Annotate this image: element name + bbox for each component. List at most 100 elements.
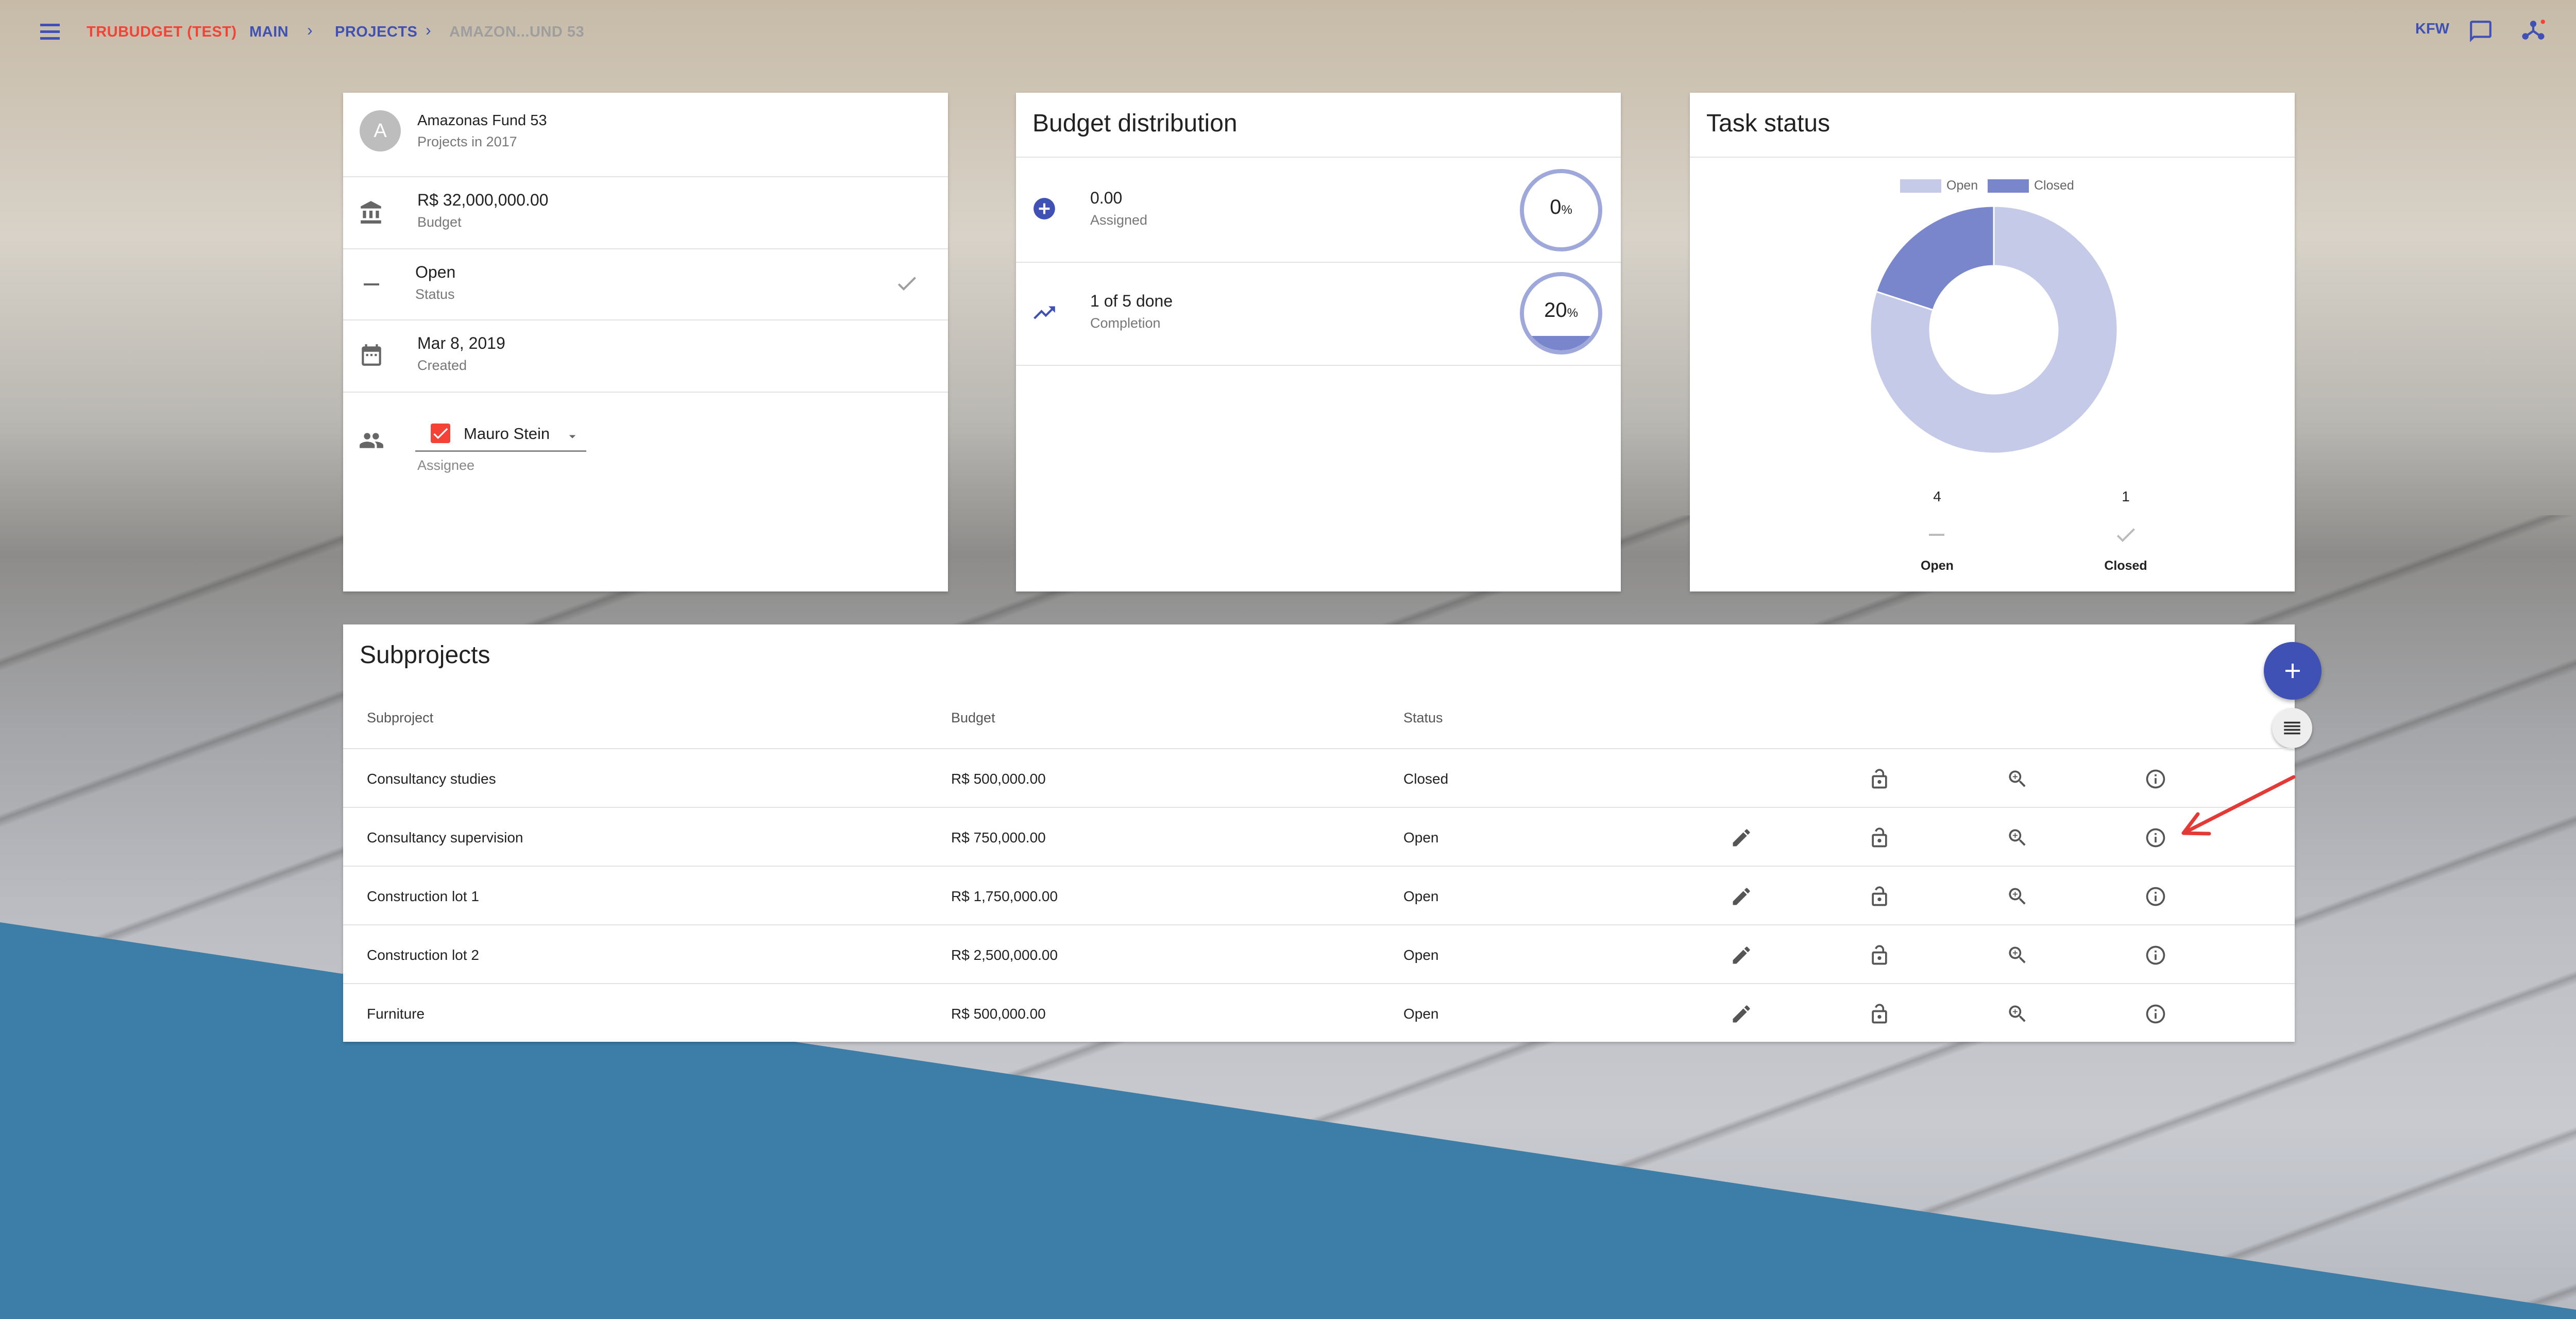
- assignee-name: Mauro Stein: [464, 425, 550, 443]
- power-icon[interactable]: [2574, 19, 2576, 44]
- divider: [1690, 157, 2295, 158]
- annotation-arrow: [2181, 775, 2296, 836]
- subproject-budget-cell: R$ 750,000.00: [951, 830, 1046, 845]
- assigned-percent-label: 0%: [1519, 196, 1603, 219]
- percent-sign: %: [1561, 203, 1572, 217]
- subproject-name-cell: Consultancy supervision: [367, 830, 523, 845]
- subproject-name-cell: Construction lot 2: [367, 947, 479, 963]
- task-status-donut-chart: [1869, 205, 2119, 454]
- zoom-in-icon[interactable]: [2006, 826, 2029, 849]
- zoom-in-icon[interactable]: [2006, 768, 2029, 790]
- people-icon: [360, 433, 383, 448]
- completion-value: 1 of 5 done: [1090, 292, 1173, 310]
- add-circle-icon: [1033, 198, 1055, 219]
- divider: [1016, 157, 1621, 158]
- subproject-budget-cell: R$ 2,500,000.00: [951, 947, 1058, 963]
- chevron-right-icon: ›: [426, 21, 431, 39]
- assigned-label: Assigned: [1090, 212, 1148, 228]
- avatar: A: [360, 110, 401, 151]
- closed-check-icon: [2116, 528, 2135, 542]
- trending-up-icon: [1033, 306, 1055, 319]
- zoom-in-icon[interactable]: [2006, 1003, 2029, 1025]
- brand-link[interactable]: TRUBUDGET (TEST): [87, 24, 237, 41]
- subproject-name-cell: Construction lot 1: [367, 888, 479, 904]
- edit-icon[interactable]: [1730, 1003, 1753, 1025]
- project-name: Amazonas Fund 53: [417, 112, 547, 129]
- table-row[interactable]: Consultancy supervision R$ 750,000.00 Open: [343, 807, 2295, 867]
- add-subproject-button[interactable]: [2264, 642, 2321, 700]
- budget-distribution-title: Budget distribution: [1032, 110, 1238, 137]
- plus-icon: [2285, 664, 2300, 678]
- open-dash-icon: [1929, 534, 1944, 536]
- project-subtitle: Projects in 2017: [417, 134, 517, 149]
- divider: [343, 392, 948, 393]
- budget-label: Budget: [417, 214, 462, 230]
- chat-icon[interactable]: [2468, 19, 2494, 44]
- legend-closed-label[interactable]: Closed: [2034, 178, 2074, 193]
- top-bar: TRUBUDGET (TEST) MAIN › PROJECTS › AMAZO…: [0, 0, 2576, 65]
- table-row[interactable]: Furniture R$ 500,000.00 Open: [343, 983, 2295, 1043]
- table-row[interactable]: Construction lot 1 R$ 1,750,000.00 Open: [343, 866, 2295, 925]
- percent-sign: %: [1567, 306, 1578, 320]
- task-status-title: Task status: [1706, 110, 1831, 137]
- divider: [1016, 365, 1621, 366]
- breadcrumb-projects[interactable]: PROJECTS: [335, 24, 417, 41]
- completion-label: Completion: [1090, 315, 1161, 331]
- check-icon[interactable]: [894, 271, 919, 296]
- bank-icon: [361, 201, 381, 224]
- column-header-subproject: Subproject: [367, 710, 434, 725]
- info-icon[interactable]: [2144, 768, 2167, 790]
- zoom-in-icon[interactable]: [2006, 944, 2029, 967]
- closed-count: 1: [2122, 488, 2130, 504]
- assignee-label: Assignee: [417, 458, 475, 473]
- status-value: Open: [415, 263, 456, 281]
- completion-percent-label: 20%: [1519, 299, 1603, 322]
- table-row[interactable]: Construction lot 2 R$ 2,500,000.00 Open: [343, 924, 2295, 984]
- dash-icon: [364, 283, 379, 285]
- column-header-status: Status: [1403, 710, 1443, 725]
- network-icon[interactable]: [2520, 19, 2546, 44]
- lock-icon[interactable]: [1868, 944, 1891, 967]
- budget-distribution-card: Budget distribution 0.00 Assigned 0% 1 o…: [1016, 93, 1621, 591]
- list-view-button[interactable]: [2272, 708, 2312, 748]
- info-icon[interactable]: [2144, 826, 2167, 849]
- lock-icon[interactable]: [1868, 885, 1891, 908]
- edit-icon[interactable]: [1730, 826, 1753, 849]
- subproject-budget-cell: R$ 1,750,000.00: [951, 888, 1058, 904]
- subproject-status-cell: Open: [1403, 888, 1439, 904]
- subproject-name-cell: Consultancy studies: [367, 771, 496, 787]
- project-details-card: A Amazonas Fund 53 Projects in 2017 R$ 3…: [343, 93, 948, 591]
- open-label: Open: [1921, 559, 1954, 573]
- open-count: 4: [1933, 488, 1941, 504]
- edit-icon[interactable]: [1730, 944, 1753, 967]
- assigned-percent: 0: [1550, 196, 1562, 218]
- zoom-in-icon[interactable]: [2006, 885, 2029, 908]
- dropdown-arrow-icon[interactable]: [565, 429, 580, 444]
- subproject-budget-cell: R$ 500,000.00: [951, 771, 1046, 787]
- assigned-value: 0.00: [1090, 189, 1123, 207]
- menu-icon[interactable]: [40, 24, 60, 40]
- table-row[interactable]: Consultancy studies R$ 500,000.00 Closed: [343, 748, 2295, 808]
- budget-value: R$ 32,000,000.00: [417, 191, 549, 209]
- list-icon: [2284, 721, 2300, 735]
- donut-slice-closed[interactable]: [1875, 205, 1995, 311]
- checkbox-checked-icon[interactable]: [431, 424, 450, 443]
- breadcrumb-main[interactable]: MAIN: [249, 24, 289, 41]
- assignee-select[interactable]: Mauro Stein: [415, 417, 586, 452]
- lock-icon[interactable]: [1868, 826, 1891, 849]
- lock-icon[interactable]: [1868, 1003, 1891, 1025]
- calendar-icon: [362, 344, 381, 366]
- info-icon[interactable]: [2144, 944, 2167, 967]
- subproject-name-cell: Furniture: [367, 1006, 425, 1022]
- subproject-status-cell: Open: [1403, 1006, 1439, 1022]
- column-header-budget: Budget: [951, 710, 995, 725]
- info-icon[interactable]: [2144, 885, 2167, 908]
- legend-open-label[interactable]: Open: [1946, 178, 1978, 193]
- lock-icon[interactable]: [1868, 768, 1891, 790]
- info-icon[interactable]: [2144, 1003, 2167, 1025]
- legend-open-swatch: [1900, 179, 1941, 193]
- edit-icon[interactable]: [1730, 885, 1753, 908]
- chevron-right-icon: ›: [307, 21, 313, 39]
- breadcrumb-current: AMAZON...UND 53: [449, 24, 585, 40]
- divider: [343, 319, 948, 320]
